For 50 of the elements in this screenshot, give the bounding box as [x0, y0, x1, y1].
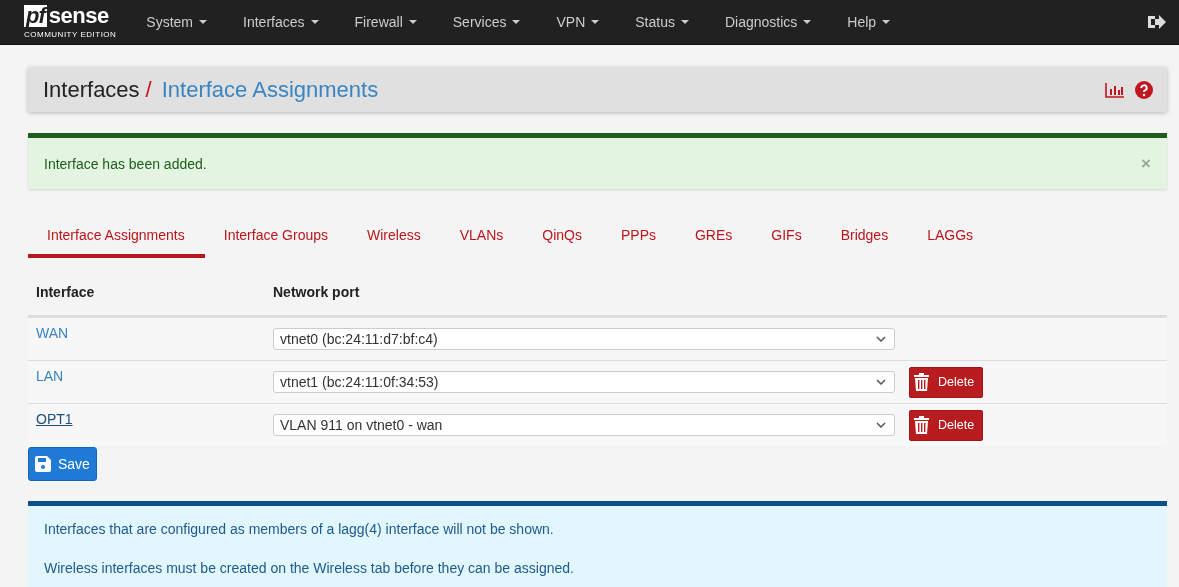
tab[interactable]: QinQs	[523, 215, 602, 258]
delete-button[interactable]: Delete	[909, 409, 984, 441]
trash-icon	[914, 373, 929, 391]
caret-icon	[199, 20, 208, 24]
tab[interactable]: GIFs	[752, 215, 822, 258]
breadcrumb-separator: /	[145, 76, 152, 103]
caret-icon	[882, 20, 891, 24]
chevron-down-icon	[876, 422, 886, 428]
tab[interactable]: Wireless	[348, 215, 441, 258]
nav-menu[interactable]: Status	[617, 14, 707, 30]
tab[interactable]: Bridges	[821, 215, 909, 258]
nav-menu[interactable]: Interfaces	[225, 14, 337, 30]
save-button[interactable]: Save	[28, 447, 97, 481]
tab[interactable]: Interface Assignments	[28, 215, 205, 258]
nav-menu[interactable]: Diagnostics	[706, 14, 830, 30]
caret-icon	[803, 20, 812, 24]
delete-button[interactable]: Delete	[909, 366, 984, 398]
tab[interactable]: LAGGs	[908, 215, 994, 258]
caret-icon	[408, 20, 417, 24]
tab[interactable]: VLANs	[440, 215, 524, 258]
caret-icon	[591, 20, 600, 24]
nav-menu[interactable]: Firewall	[336, 14, 435, 30]
nav-menu[interactable]: Services	[434, 14, 539, 30]
bar-chart-icon[interactable]	[1105, 81, 1125, 98]
column-header: Network port	[272, 284, 361, 302]
chevron-down-icon	[876, 336, 886, 342]
breadcrumb-section[interactable]: Interfaces	[43, 76, 140, 103]
caret-icon	[310, 20, 319, 24]
caret-icon	[512, 20, 521, 24]
logout-icon[interactable]	[1147, 14, 1167, 30]
tab[interactable]: Interface Groups	[204, 215, 349, 258]
nav-menu[interactable]: System	[128, 14, 226, 30]
port-select[interactable]: vtnet1 (bc:24:11:0f:34:53)	[273, 371, 895, 393]
caret-icon	[680, 20, 689, 24]
help-icon[interactable]	[1135, 80, 1153, 99]
trash-icon	[914, 416, 929, 434]
interface-link[interactable]: OPT1	[36, 411, 73, 427]
tab[interactable]: PPPs	[601, 215, 676, 258]
interface-link[interactable]: WAN	[36, 325, 69, 341]
tab[interactable]: GREs	[676, 215, 753, 258]
info-text: Wireless interfaces must be created on the Wireless tab before they can be assigned.	[44, 559, 575, 577]
chevron-down-icon	[876, 379, 886, 385]
port-select[interactable]: vtnet0 (bc:24:11:d7:bf:c4)	[273, 328, 895, 350]
info-text: Interfaces that are configured as members of a lagg(4) interface will not be shown.	[44, 520, 555, 538]
column-header: Interface	[35, 284, 96, 302]
port-select[interactable]: VLAN 911 on vtnet0 - wan	[273, 414, 895, 436]
interface-link[interactable]: LAN	[36, 368, 64, 384]
alert-message: Interface has been added.	[44, 155, 207, 172]
nav-menu[interactable]: Help	[829, 14, 909, 30]
nav-menu[interactable]: VPN	[538, 14, 618, 30]
